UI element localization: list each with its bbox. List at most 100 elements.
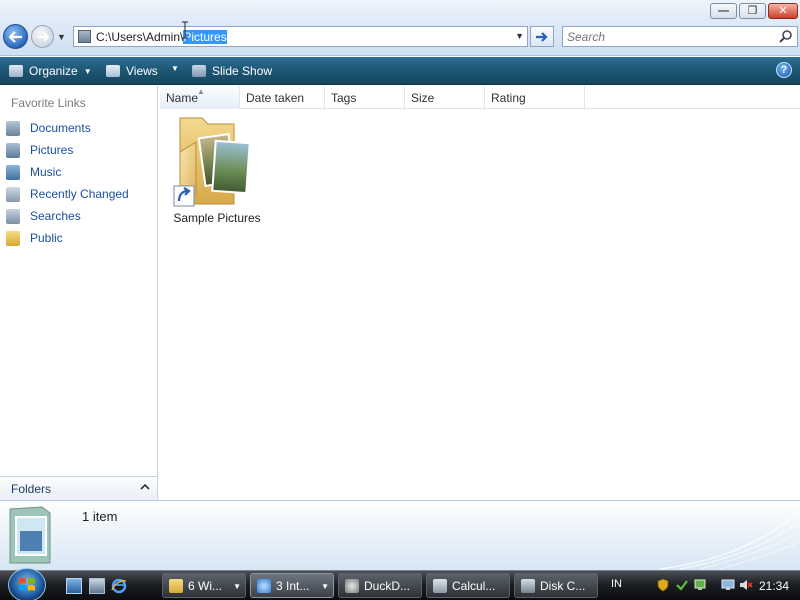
taskbar-button-duckduckgo[interactable]: DuckD... [338,573,422,598]
volume-muted-icon[interactable] [739,578,753,592]
file-item-label: Sample Pictures [173,211,261,225]
help-button[interactable]: ? [776,62,792,78]
column-label: Date taken [246,91,305,105]
nav-link-searches[interactable]: Searches [6,207,81,225]
maximize-icon: ❐ [747,4,758,17]
duckduckgo-icon [345,578,359,593]
forward-button[interactable] [31,25,54,48]
address-path-prefix: C:\Users\Admin\ [96,30,184,44]
search-icon[interactable] [779,30,792,43]
views-label: Views [126,64,158,78]
public-folder-icon [6,230,20,246]
back-button[interactable] [3,24,28,49]
searches-icon [6,208,20,224]
nav-link-label: Music [30,165,62,179]
taskbar: 6 Wi... ▼ 3 Int... ▼ DuckD... Calcul... Di… [0,568,800,600]
chevron-up-icon [140,483,150,490]
clock[interactable]: 21:34 [759,579,789,593]
organize-button[interactable]: Organize ▼ [9,62,92,80]
display-icon[interactable] [721,578,735,592]
views-icon [106,65,120,77]
security-shield-icon[interactable] [656,578,670,592]
documents-icon [6,120,20,136]
shortcut-folder-icon [173,117,251,207]
details-pane: 1 item [0,500,800,570]
nav-link-label: Recently Changed [30,187,129,201]
column-header-name[interactable]: ▲ Name [160,86,240,109]
close-button[interactable]: ✕ [768,3,798,19]
language-indicator[interactable]: IN [611,578,622,590]
slideshow-icon [192,65,206,77]
forward-arrow-icon [37,31,49,42]
pictures-icon [6,142,20,158]
column-label: Size [411,91,435,105]
taskbar-button-windows-explorer[interactable]: 6 Wi... ▼ [162,573,246,598]
slideshow-button[interactable]: Slide Show [192,62,272,80]
taskbar-button-calculator[interactable]: Calcul... [426,573,510,598]
column-label: Tags [331,91,357,105]
task-label: Disk C... [540,578,586,593]
task-label: 3 Int... [276,578,310,593]
nav-link-label: Documents [30,121,91,135]
minimize-button[interactable]: — [710,3,737,19]
back-arrow-icon [8,30,22,43]
nav-link-music[interactable]: Music [6,163,61,181]
help-icon: ? [780,64,788,76]
column-header-tags[interactable]: Tags [325,86,405,109]
command-bar: Organize ▼ Views Slide Show [0,57,800,85]
organize-icon [9,65,23,77]
explorer-folder-icon [169,578,183,593]
address-bar[interactable]: C:\Users\Admin\Pictures ▼ [73,26,528,47]
views-button[interactable]: Views [106,62,158,80]
file-item-sample-pictures[interactable]: Sample Pictures [167,110,267,228]
decorative-swoosh [659,512,799,570]
go-button[interactable] [530,26,554,47]
internet-explorer-icon[interactable] [111,578,127,594]
search-box[interactable] [562,26,798,47]
title-address-bar: — ❐ ✕ ▼ C:\Users\Admin\Pictures ▼ [0,0,800,56]
close-icon: ✕ [778,4,788,17]
slideshow-label: Slide Show [212,64,273,78]
nav-link-documents[interactable]: Documents [6,119,91,137]
column-header-size[interactable]: Size [405,86,485,109]
nav-link-pictures[interactable]: Pictures [6,141,73,159]
windows-logo-icon [19,578,35,591]
taskbar-button-internet-explorer[interactable]: 3 Int... ▼ [250,573,334,598]
chevron-down-icon: ▼ [321,582,329,591]
switch-windows-icon[interactable] [89,578,105,594]
organize-label: Organize [29,64,78,78]
search-input[interactable] [567,27,772,46]
address-path-selected: Pictures [183,30,227,44]
nav-link-label: Pictures [30,143,74,157]
address-path[interactable]: C:\Users\Admin\Pictures [96,30,227,44]
network-icon[interactable] [693,578,707,592]
task-label: DuckD... [364,578,411,593]
column-header-date-taken[interactable]: Date taken [240,86,325,109]
check-icon[interactable] [675,578,689,592]
maximize-button[interactable]: ❐ [739,3,766,19]
folders-label: Folders [11,482,52,496]
column-headers: ▲ Name Date taken Tags Size Rating [160,86,800,109]
disk-cleanup-icon [521,578,535,593]
address-dropdown-icon[interactable]: ▼ [515,31,524,41]
recent-pages-dropdown[interactable]: ▼ [57,32,67,42]
minimize-icon: — [718,4,729,17]
folders-toggle[interactable]: Folders [0,476,158,500]
chevron-down-icon: ▼ [233,582,241,591]
taskbar-button-disk-cleanup[interactable]: Disk C... [514,573,598,598]
show-desktop-icon[interactable] [66,578,82,594]
computer-folder-icon [78,30,91,43]
nav-link-public[interactable]: Public [6,229,63,247]
pictures-library-icon [9,506,51,564]
column-label: Rating [491,91,526,105]
nav-link-label: Searches [30,209,81,223]
nav-link-recently-changed[interactable]: Recently Changed [6,185,129,203]
views-dropdown-icon[interactable]: ▼ [171,64,179,73]
navigation-pane: Favorite Links Documents Pictures Music … [0,86,158,500]
task-label: 6 Wi... [188,578,223,593]
start-button[interactable] [8,568,46,600]
column-header-rating[interactable]: Rating [485,86,585,109]
nav-link-label: Public [30,231,63,245]
recent-icon [6,186,20,202]
item-count: 1 item [82,509,118,524]
